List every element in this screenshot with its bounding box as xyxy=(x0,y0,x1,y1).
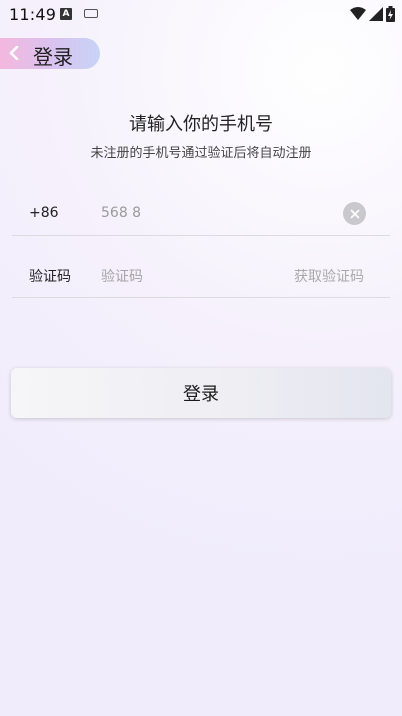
country-code[interactable]: +86 xyxy=(29,205,59,221)
back-label: 登录 xyxy=(33,45,73,69)
text-a-icon: A xyxy=(60,8,72,20)
page-subtitle: 未注册的手机号通过验证后将自动注册 xyxy=(90,146,312,161)
get-code-button[interactable]: 获取验证码 xyxy=(294,266,364,286)
status-bar: 11:49 A xyxy=(0,0,402,30)
login-button[interactable]: 登录 xyxy=(11,368,391,418)
chevron-left-icon xyxy=(9,46,19,60)
code-label: 验证码 xyxy=(29,269,71,285)
wifi-icon xyxy=(350,7,366,20)
cell-signal-icon xyxy=(369,7,383,21)
close-icon xyxy=(350,209,359,218)
back-button[interactable]: 登录 xyxy=(0,38,100,69)
phone-input[interactable]: 568 8 xyxy=(101,205,141,221)
code-row-divider xyxy=(12,297,390,298)
status-time: 11:49 xyxy=(9,5,57,24)
status-right-icons xyxy=(350,6,395,22)
keyboard-icon xyxy=(84,9,98,18)
battery-charging-icon xyxy=(386,6,395,22)
phone-row-divider xyxy=(12,235,390,236)
clear-button[interactable] xyxy=(343,202,366,225)
page-title: 请输入你的手机号 xyxy=(129,114,273,135)
code-input[interactable]: 验证码 xyxy=(101,266,143,286)
